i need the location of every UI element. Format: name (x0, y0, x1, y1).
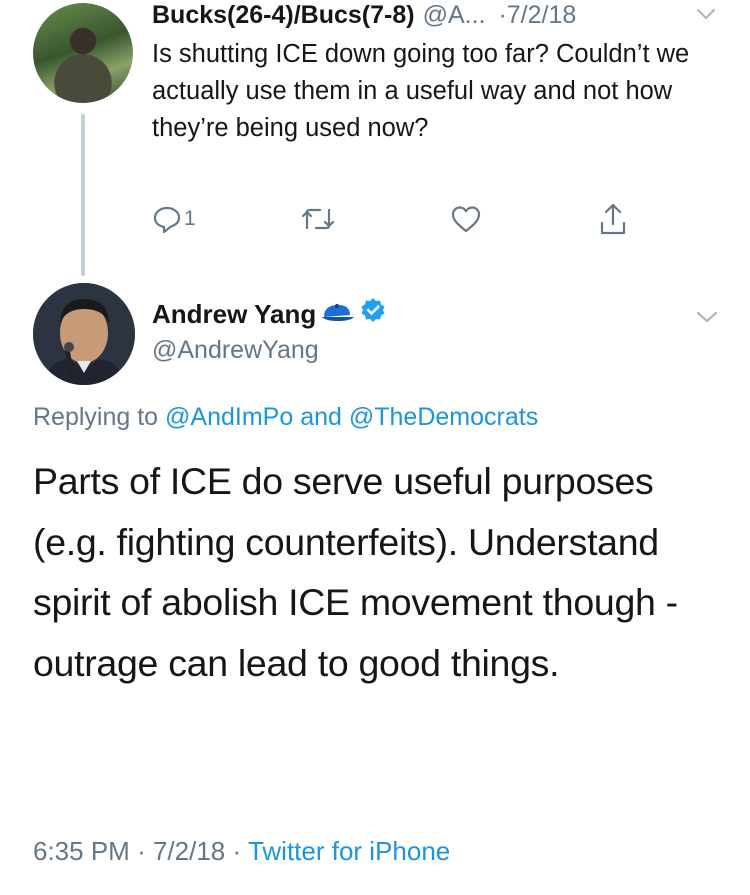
tweet-source-link[interactable]: Twitter for iPhone (248, 836, 450, 866)
footer-separator: · (232, 836, 242, 866)
parent-avatar[interactable] (33, 3, 133, 103)
main-display-name[interactable]: Andrew Yang (152, 297, 316, 331)
main-handle[interactable]: @AndrewYang (152, 334, 319, 366)
reply-count: 1 (184, 207, 196, 230)
chevron-down-icon[interactable] (695, 6, 717, 22)
parent-display-name[interactable]: Bucks(26-4)/Bucs(7-8) (152, 1, 415, 29)
main-tweet-text: Parts of ICE do serve useful purposes (e… (33, 460, 678, 684)
share-button[interactable] (598, 202, 628, 236)
tweet-time: 6:35 PM (33, 836, 130, 866)
main-avatar[interactable] (33, 283, 135, 385)
reply-button[interactable]: 1 (152, 202, 196, 236)
retweet-button[interactable] (300, 202, 336, 236)
reply-icon (152, 204, 182, 234)
main-name-row: Andrew Yang (152, 297, 386, 331)
verified-badge-icon (360, 297, 386, 331)
parent-date-separator: · (498, 1, 507, 29)
like-icon (450, 204, 482, 234)
cap-emoji-icon (320, 297, 356, 331)
parent-tweet-actions: 1 (152, 202, 642, 236)
chevron-down-icon[interactable] (695, 309, 719, 325)
share-icon (598, 202, 628, 236)
tweet-date: 7/2/18 (152, 836, 226, 866)
thread-connector-line (81, 114, 85, 276)
parent-tweet-text: Is shutting ICE down going too far? Coul… (152, 40, 690, 142)
like-button[interactable] (450, 202, 482, 236)
parent-tweet-header: Bucks(26-4)/Bucs(7-8) @A... ·7/2/18 (152, 0, 576, 30)
replying-prefix: Replying to (33, 403, 159, 431)
retweet-icon (300, 204, 336, 234)
replying-user-link[interactable]: @AndImPo (165, 403, 293, 431)
replying-to-line: Replying to @AndImPo and @TheDemocrats (33, 401, 538, 433)
parent-date[interactable]: 7/2/18 (507, 1, 577, 29)
footer-separator: · (137, 836, 146, 866)
tweet-footer: 6:35 PM · 7/2/18 · Twitter for iPhone (33, 834, 450, 868)
parent-handle[interactable]: @A... (423, 1, 486, 29)
replying-and: and (300, 403, 342, 431)
replying-user-link[interactable]: @TheDemocrats (349, 403, 538, 431)
